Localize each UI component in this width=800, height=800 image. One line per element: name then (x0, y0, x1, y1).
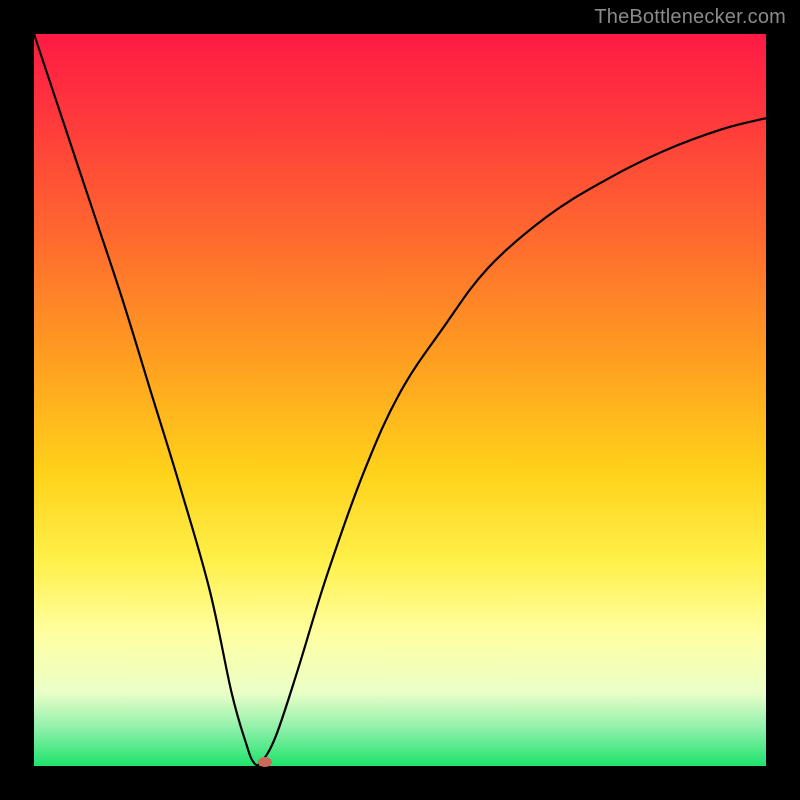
min-point-marker (258, 757, 272, 767)
watermark-text: TheBottlenecker.com (594, 6, 786, 29)
bottleneck-curve (34, 34, 766, 766)
plot-area (34, 34, 766, 766)
chart-frame: TheBottlenecker.com (0, 0, 800, 800)
